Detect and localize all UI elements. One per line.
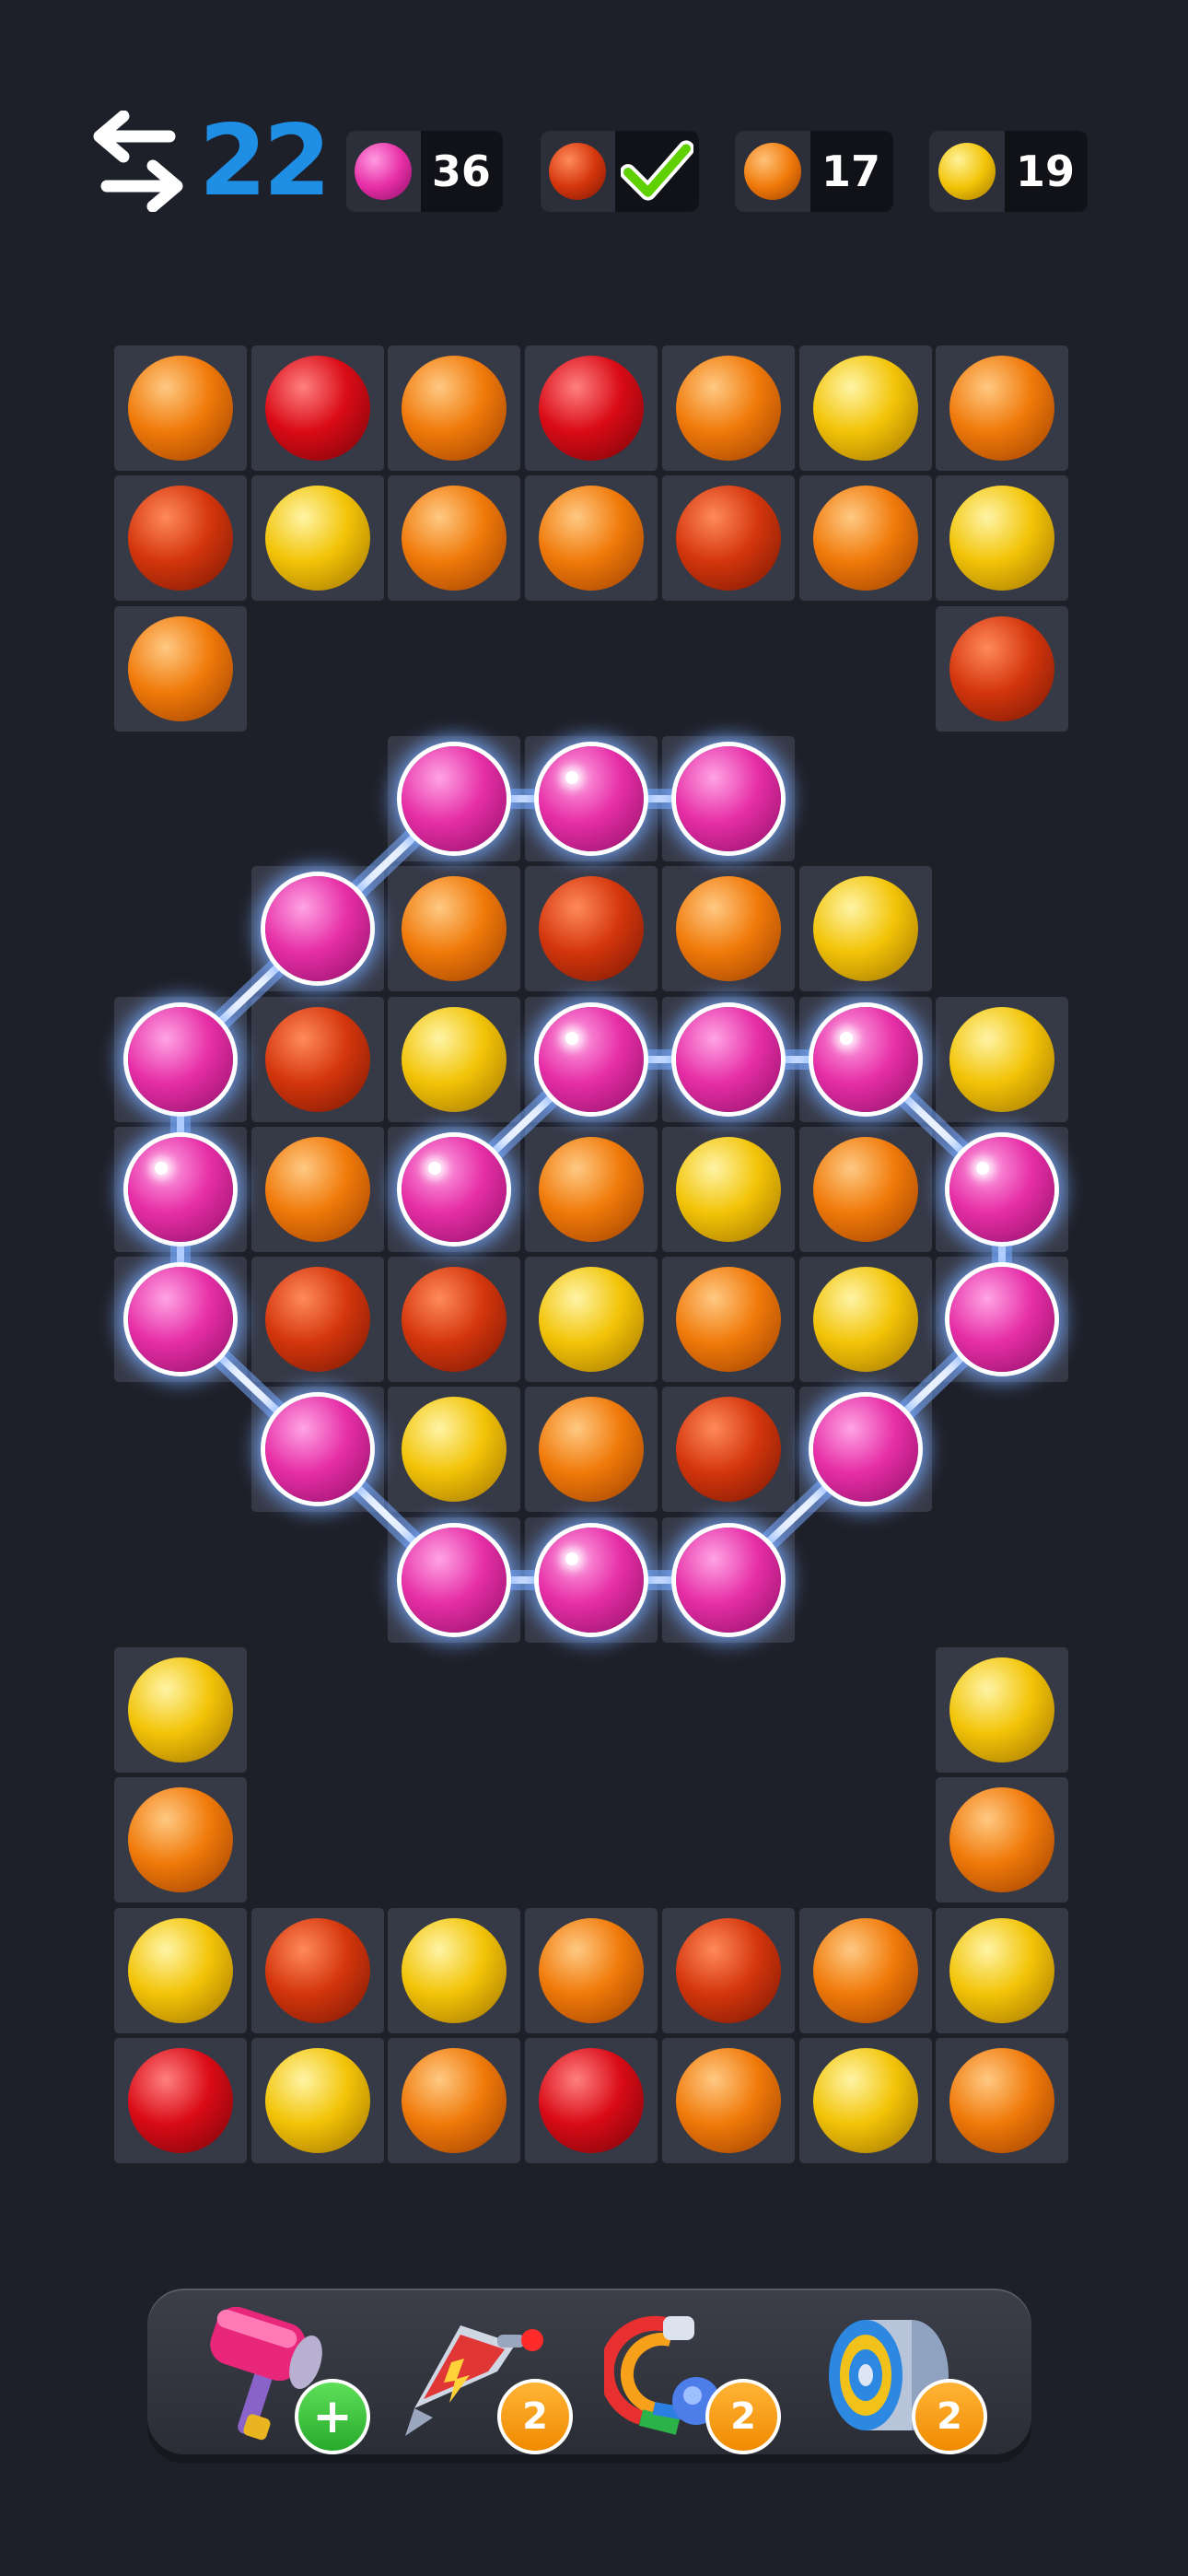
orange-ball[interactable]: [265, 1137, 370, 1242]
roller-count-badge: 2: [912, 2379, 987, 2454]
yellow-ball[interactable]: [676, 1137, 781, 1242]
orange-ball[interactable]: [128, 356, 233, 461]
yellow-ball[interactable]: [813, 876, 918, 981]
pink-ball[interactable]: [676, 746, 781, 851]
pink-ball[interactable]: [265, 876, 370, 981]
pink-ball[interactable]: [402, 746, 507, 851]
pink-ball[interactable]: [128, 1267, 233, 1372]
orange-ball[interactable]: [128, 1787, 233, 1892]
orange-ball[interactable]: [676, 356, 781, 461]
pink-ball[interactable]: [265, 1397, 370, 1502]
orange-ball[interactable]: [949, 1787, 1054, 1892]
orange-ball[interactable]: [539, 1918, 644, 2023]
orange-ball[interactable]: [676, 2048, 781, 2153]
orange-ball[interactable]: [402, 356, 507, 461]
redorange-ball[interactable]: [265, 1918, 370, 2023]
yellow-ball[interactable]: [128, 1918, 233, 2023]
pink-ball[interactable]: [813, 1007, 918, 1112]
yellow-ball[interactable]: [949, 486, 1054, 591]
yellow-ball[interactable]: [949, 1007, 1054, 1112]
sparkle-icon: [565, 771, 578, 784]
orange-ball[interactable]: [402, 486, 507, 591]
pink-ball[interactable]: [676, 1528, 781, 1633]
orange-ball[interactable]: [813, 1918, 918, 2023]
sparkle-icon: [976, 1162, 989, 1175]
yellow-ball[interactable]: [813, 1267, 918, 1372]
hammer-tool[interactable]: +: [193, 2306, 370, 2454]
sparkle-icon: [565, 1032, 578, 1045]
orange-ball[interactable]: [949, 2048, 1054, 2153]
yellow-ball[interactable]: [402, 1397, 507, 1502]
pink-ball[interactable]: [949, 1267, 1054, 1372]
roller-tool[interactable]: 2: [810, 2307, 987, 2454]
sparkle-icon: [155, 1162, 168, 1175]
pink-ball[interactable]: [402, 1137, 507, 1242]
rainbow-magnet-tool[interactable]: 2: [599, 2307, 781, 2454]
pink-ball[interactable]: [539, 1007, 644, 1112]
orange-ball[interactable]: [813, 1137, 918, 1242]
yellow-ball[interactable]: [402, 1007, 507, 1112]
redorange-ball[interactable]: [265, 1007, 370, 1112]
sparkle-icon: [565, 1552, 578, 1565]
pink-ball[interactable]: [676, 1007, 781, 1112]
red-ball[interactable]: [539, 2048, 644, 2153]
orange-ball[interactable]: [539, 1137, 644, 1242]
yellow-ball[interactable]: [128, 1657, 233, 1762]
yellow-ball[interactable]: [813, 356, 918, 461]
orange-ball[interactable]: [676, 1267, 781, 1372]
yellow-ball[interactable]: [949, 1918, 1054, 2023]
redorange-ball[interactable]: [402, 1267, 507, 1372]
orange-ball[interactable]: [949, 356, 1054, 461]
pink-ball[interactable]: [402, 1528, 507, 1633]
orange-ball[interactable]: [402, 2048, 507, 2153]
pink-ball[interactable]: [813, 1397, 918, 1502]
add-hammer-badge[interactable]: +: [295, 2379, 370, 2454]
orange-ball[interactable]: [813, 486, 918, 591]
game-board: [0, 0, 1188, 2576]
sparkle-icon: [428, 1162, 441, 1175]
yellow-ball[interactable]: [265, 486, 370, 591]
orange-ball[interactable]: [402, 876, 507, 981]
yellow-ball[interactable]: [402, 1918, 507, 2023]
redorange-ball[interactable]: [676, 1918, 781, 2023]
red-ball[interactable]: [128, 2048, 233, 2153]
redorange-ball[interactable]: [265, 1267, 370, 1372]
yellow-ball[interactable]: [539, 1267, 644, 1372]
redorange-ball[interactable]: [676, 1397, 781, 1502]
booster-toolbar: + 2 2 2: [147, 2289, 1031, 2454]
redorange-ball[interactable]: [128, 486, 233, 591]
orange-ball[interactable]: [128, 616, 233, 721]
pink-ball[interactable]: [128, 1007, 233, 1112]
pink-ball[interactable]: [128, 1137, 233, 1242]
yellow-ball[interactable]: [813, 2048, 918, 2153]
pink-ball[interactable]: [539, 746, 644, 851]
orange-ball[interactable]: [676, 876, 781, 981]
redorange-ball[interactable]: [539, 876, 644, 981]
yellow-ball[interactable]: [265, 2048, 370, 2153]
sparkle-icon: [840, 1032, 853, 1045]
rainbow-magnet-count-badge: 2: [705, 2379, 781, 2454]
red-ball[interactable]: [265, 356, 370, 461]
orange-ball[interactable]: [539, 486, 644, 591]
redorange-ball[interactable]: [949, 616, 1054, 721]
rocket-count-badge: 2: [497, 2379, 573, 2454]
pink-ball[interactable]: [539, 1528, 644, 1633]
pink-ball[interactable]: [949, 1137, 1054, 1242]
yellow-ball[interactable]: [949, 1657, 1054, 1762]
rocket-tool[interactable]: 2: [396, 2307, 573, 2454]
red-ball[interactable]: [539, 356, 644, 461]
redorange-ball[interactable]: [676, 486, 781, 591]
orange-ball[interactable]: [539, 1397, 644, 1502]
